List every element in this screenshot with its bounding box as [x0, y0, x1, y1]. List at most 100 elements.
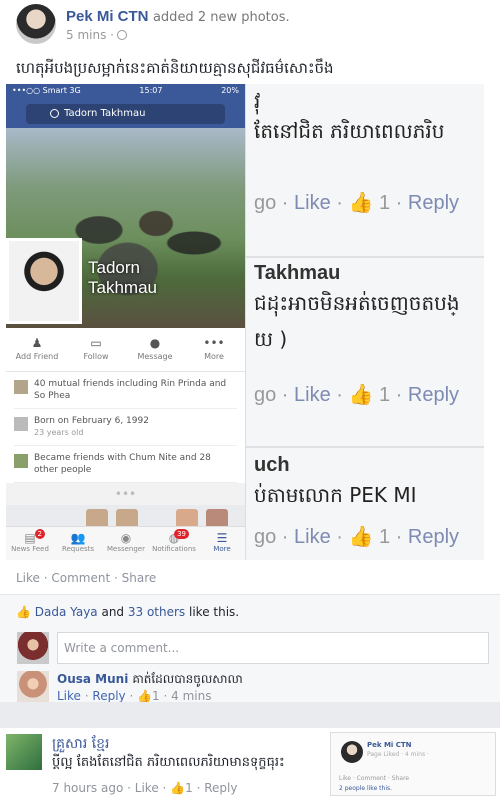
shot-author: Pek Mi CTN	[367, 741, 412, 749]
tab-notifications: ◍ 39 Notifications	[151, 527, 197, 560]
info-row: 40 mutual friends including Rin Prinda a…	[14, 372, 237, 409]
thumbs-up-icon: 👍	[170, 781, 186, 795]
shot-likes: 2 people like this.	[339, 785, 393, 792]
comment-reply-link[interactable]: Reply	[92, 689, 125, 703]
author-avatar[interactable]	[16, 4, 56, 44]
commenter-avatar[interactable]	[17, 671, 49, 703]
calendar-icon	[14, 417, 28, 431]
zoom-footer: go · Like · 👍 1 · Reply	[254, 382, 459, 407]
comments-section: Write a comment... Ousa Muni គាត់ដែលបានចូ…	[0, 628, 500, 703]
post-photo[interactable]: •••○○ Smart 3G 15:07 20% Tadorn Takhmau …	[6, 84, 484, 560]
share-link[interactable]: Share	[122, 571, 157, 585]
profile-info: 40 mutual friends including Rin Prinda a…	[6, 372, 245, 483]
phone-status-bar: •••○○ Smart 3G 15:07 20%	[6, 84, 245, 100]
zoom-text: យ )	[254, 327, 288, 351]
phone-search-box: Tadorn Takhmau	[26, 104, 225, 124]
comment-like-count[interactable]: 1	[152, 689, 160, 703]
feed-post-2: គ្រួសារ ខ្មែរ ប្ដីល្អ តែងតែនៅជិត ភរិយាពេ…	[0, 728, 500, 796]
post2-embedded-screenshot[interactable]: Pek Mi CTN Page Liked · 4 mins · Like · …	[330, 732, 496, 796]
post2-like-count: 1	[185, 781, 193, 795]
likes-summary: 👍 Dada Yaya and 33 others like this.	[0, 594, 500, 628]
zoom-text: ប់តាមលោក PEK MI	[254, 483, 417, 507]
profile-name: Tadorn Takhmau	[88, 258, 157, 297]
liker-name[interactable]: Dada Yaya	[35, 605, 98, 619]
comment-link[interactable]: Comment	[51, 571, 110, 585]
comment-time[interactable]: 4 mins	[171, 689, 211, 703]
follow-label: Follow	[83, 352, 109, 361]
tab-messenger: ◉ Messenger	[103, 527, 149, 560]
thumbs-up-icon: 👍	[348, 192, 374, 214]
zoom-name: Takhmau	[254, 262, 341, 284]
tab-label: News Feed	[11, 545, 49, 553]
info-sub: 23 years old	[34, 428, 84, 437]
likers-count[interactable]: 33 others	[128, 605, 185, 619]
clock: 15:07	[139, 86, 163, 95]
news-feed-badge: 2	[34, 529, 45, 539]
tab-label: Notifications	[152, 545, 196, 553]
zoom-sep: ·	[330, 526, 349, 548]
more-label: More	[204, 352, 224, 361]
menu-icon: ☰	[216, 531, 228, 545]
post2-time[interactable]: 7 hours ago	[52, 781, 123, 795]
profile-picture	[6, 238, 82, 324]
zoom-text: តែនៅជិត ភរិយាពេលភរិប	[254, 119, 445, 143]
like-link[interactable]: Like	[16, 571, 40, 585]
post2-reply-link[interactable]: Reply	[204, 781, 237, 795]
thumbs-up-icon: 👍	[348, 384, 374, 406]
zoom-reply: Reply	[407, 384, 460, 406]
zoom-sep: ·	[390, 192, 408, 214]
zoom-time: go ·	[254, 526, 295, 548]
comment-footer: Like · Reply · 👍1 · 4 mins	[57, 689, 212, 703]
globe-icon	[116, 30, 127, 40]
message-button: ● Message	[132, 336, 178, 367]
requests-icon: 👥	[70, 531, 86, 545]
post2-avatar[interactable]	[6, 734, 42, 770]
post2-author[interactable]: គ្រួសារ ខ្មែរ	[52, 734, 110, 755]
zoom-footer: go · Like · 👍 1 · Reply	[254, 190, 459, 215]
feed-post: Pek Mi CTN added 2 new photos. 5 mins · …	[0, 0, 500, 703]
comment-like-link[interactable]: Like	[57, 689, 81, 703]
info-text: Became friends with Chum Nite and 28 oth…	[34, 453, 211, 475]
zoom-like: Like	[294, 526, 331, 548]
post-action: added 2 new photos.	[152, 10, 290, 25]
messenger-icon: ◉	[120, 531, 132, 545]
profile-actions: ♟ Add Friend ▭ Follow ● Message ••• More	[6, 328, 245, 372]
news-feed-icon: ▤	[24, 531, 36, 545]
author-line: Pek Mi CTN added 2 new photos.	[66, 8, 290, 25]
zoom-sep: ·	[390, 526, 408, 548]
post2-footer: 7 hours ago · Like · 👍1 · Reply	[52, 781, 238, 795]
post2-like-link[interactable]: Like	[135, 781, 159, 795]
thumbs-up-icon: 👍	[137, 689, 153, 703]
tab-news-feed: ▤ 2 News Feed	[7, 527, 53, 560]
zoomed-comments: វុ តែនៅជិត ភរិយាពេលភរិប go · Like · 👍 1 …	[246, 84, 484, 560]
info-row: Became friends with Chum Nite and 28 oth…	[14, 446, 237, 483]
tab-label: Messenger	[106, 545, 145, 553]
post-meta: 5 mins ·	[66, 28, 127, 42]
cover-photo: Tadorn Takhmau	[6, 128, 245, 328]
mutual-friends-icon	[14, 380, 28, 394]
comment-input[interactable]: Write a comment...	[57, 632, 489, 664]
messenger-icon: ●	[149, 336, 161, 350]
commenter-name[interactable]: Ousa Muni	[57, 672, 128, 686]
zoomed-comment-1: វុ តែនៅជិត ភរិយាពេលភរិប go · Like · 👍 1 …	[246, 84, 484, 258]
message-label: Message	[137, 352, 173, 361]
ellipsis-icon: •••	[203, 336, 225, 350]
more-button: ••• More	[191, 336, 237, 367]
author-name[interactable]: Pek Mi CTN	[66, 8, 149, 25]
info-row: Born on February 6, 1992 23 years old	[14, 409, 237, 446]
likes-and: and	[97, 605, 128, 619]
zoom-reply: Reply	[407, 526, 460, 548]
shot-subtitle: Page Liked · 4 mins ·	[367, 751, 429, 758]
zoom-text: វុ	[254, 89, 261, 113]
tab-more: ☰ More	[199, 527, 245, 560]
friend-thumb-icon	[14, 454, 28, 468]
zoom-sep: ·	[330, 192, 349, 214]
zoom-sep: ·	[390, 384, 408, 406]
post-action-bar: Like · Comment · Share	[16, 571, 157, 585]
post-time[interactable]: 5 mins	[66, 28, 106, 42]
zoom-text: ជដុះអាចមិនអត់ចេញចតបង្	[254, 291, 460, 315]
shot-actions: Like · Comment · Share	[339, 775, 410, 782]
add-friend-button: ♟ Add Friend	[14, 336, 60, 367]
zoom-like: Like	[294, 192, 331, 214]
info-text: Born on February 6, 1992	[34, 416, 149, 426]
